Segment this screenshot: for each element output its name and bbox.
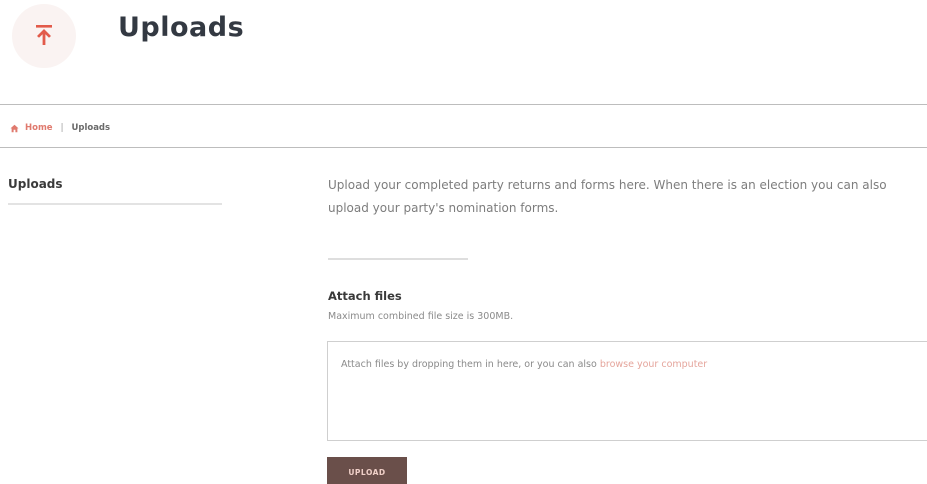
breadcrumb-current: Uploads — [71, 123, 111, 133]
breadcrumb-home-link[interactable]: Home — [25, 123, 53, 133]
sidebar-item-uploads[interactable]: Uploads — [8, 177, 63, 191]
attach-files-heading: Attach files — [328, 289, 402, 303]
file-size-hint: Maximum combined file size is 300MB. — [328, 311, 514, 322]
browse-computer-link[interactable]: browse your computer — [600, 359, 707, 370]
home-icon[interactable] — [10, 124, 19, 133]
uploads-page: Uploads Home | Uploads Uploads Upload yo… — [0, 0, 927, 484]
upload-arrow-icon — [36, 25, 52, 45]
upload-button[interactable]: UPLOAD — [327, 457, 407, 484]
dropzone-instructions: Attach files by dropping them in here, o… — [341, 359, 707, 370]
dropzone-text: Attach files by dropping them in here, o… — [341, 359, 597, 370]
breadcrumb: Home | Uploads — [10, 121, 110, 135]
sidebar-divider — [8, 203, 222, 205]
page-title: Uploads — [118, 12, 245, 43]
breadcrumb-bottom-divider — [0, 147, 927, 148]
page-header: Uploads — [0, 0, 927, 80]
file-dropzone[interactable]: Attach files by dropping them in here, o… — [327, 341, 927, 441]
breadcrumb-top-divider — [0, 104, 927, 105]
breadcrumb-separator: | — [60, 123, 64, 133]
intro-divider — [328, 258, 468, 260]
intro-text: Upload your completed party returns and … — [328, 178, 887, 215]
header-icon-badge — [12, 4, 76, 68]
